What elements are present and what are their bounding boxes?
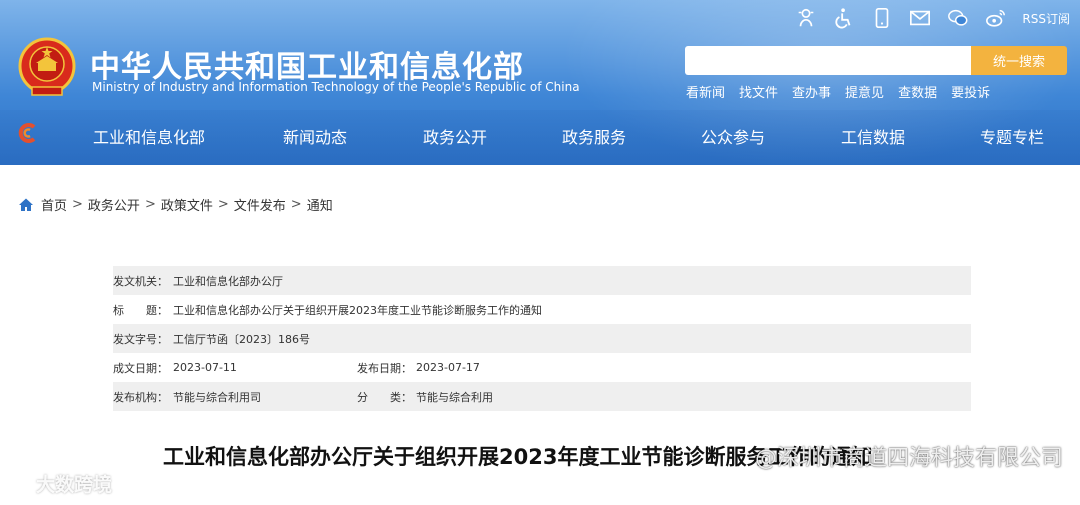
wechat-icon[interactable] — [946, 6, 970, 30]
doc-number-value: 工信厅节函〔2023〕186号 — [173, 332, 310, 346]
quick-links: 看新闻 找文件 查办事 提意见 查数据 要投诉 — [686, 82, 990, 101]
unified-search-button[interactable]: 统一搜索 — [971, 46, 1067, 75]
breadcrumb-separator: > — [72, 197, 83, 212]
nav-item-ministry[interactable]: 工业和信息化部 — [93, 124, 205, 148]
written-date-label: 成文日期： — [113, 361, 168, 375]
org-value: 节能与综合利用司 — [173, 390, 261, 404]
category-value: 节能与综合利用 — [416, 390, 493, 404]
quick-link-data[interactable]: 查数据 — [898, 82, 937, 101]
info-row-org: 发布机构： 节能与综合利用司 分 类： 节能与综合利用 — [113, 382, 971, 411]
issuer-label: 发文机关： — [113, 274, 168, 288]
rss-link[interactable]: RSS订阅 — [1022, 10, 1070, 27]
weibo-icon[interactable] — [984, 6, 1008, 30]
document-info-table: 发文机关： 工业和信息化部办公厅 标 题： 工业和信息化部办公厅关于组织开展20… — [113, 266, 971, 411]
issuer-value: 工业和信息化部办公厅 — [173, 274, 283, 288]
title-value: 工业和信息化部办公厅关于组织开展2023年度工业节能诊断服务工作的通知 — [173, 303, 542, 317]
breadcrumb-home[interactable]: 首页 — [41, 195, 67, 214]
mail-icon[interactable] — [908, 6, 932, 30]
site-subtitle: Ministry of Industry and Information Tec… — [92, 80, 580, 94]
nav-item-special-topics[interactable]: 专题专栏 — [980, 124, 1044, 148]
home-icon[interactable] — [18, 197, 34, 213]
national-emblem-logo — [18, 37, 76, 99]
breadcrumb-separator: > — [217, 197, 229, 212]
quick-link-documents[interactable]: 找文件 — [739, 82, 778, 101]
accessibility-icon[interactable] — [832, 6, 856, 30]
watermark-logo-icon — [11, 474, 31, 493]
nav-item-public-participation[interactable]: 公众参与 — [701, 124, 765, 148]
info-row-dates: 成文日期： 2023-07-11 发布日期： 2023-07-17 — [113, 353, 971, 382]
breadcrumb-gov-affairs[interactable]: 政务公开 — [88, 195, 140, 214]
watermark-left-text: 大数跨境 — [36, 474, 113, 496]
breadcrumb-policy-docs[interactable]: 政策文件 — [161, 195, 213, 214]
info-row-number: 发文字号： 工信厅节函〔2023〕186号 — [113, 324, 971, 353]
watermark-left: 大数跨境 — [10, 470, 112, 497]
search-input[interactable] — [685, 46, 971, 75]
nav-logo-icon[interactable] — [17, 122, 39, 144]
nav-item-news[interactable]: 新闻动态 — [283, 124, 347, 148]
nav-item-gov-services[interactable]: 政务服务 — [562, 124, 626, 148]
published-date-value: 2023-07-17 — [416, 361, 480, 374]
info-row-title: 标 题： 工业和信息化部办公厅关于组织开展2023年度工业节能诊断服务工作的通知 — [113, 295, 971, 324]
org-label: 发布机构： — [113, 390, 168, 404]
breadcrumb-separator: > — [290, 197, 302, 212]
breadcrumb-separator: > — [144, 197, 156, 212]
quick-link-complaint[interactable]: 要投诉 — [951, 82, 990, 101]
quick-link-services[interactable]: 查办事 — [792, 82, 831, 101]
info-row-issuer: 发文机关： 工业和信息化部办公厅 — [113, 266, 971, 295]
watermark-right: @深圳市商道四海科技有限公司 — [755, 446, 1064, 471]
main-nav: 工业和信息化部 新闻动态 政务公开 政务服务 公众参与 工信数据 专题专栏 — [0, 110, 1080, 156]
doc-number-label: 发文字号： — [113, 332, 168, 346]
assistant-icon[interactable] — [794, 6, 818, 30]
published-date-label: 发布日期： — [357, 361, 412, 375]
nav-item-gov-affairs[interactable]: 政务公开 — [423, 124, 487, 148]
title-label: 标 题： — [113, 303, 168, 317]
breadcrumb-notice[interactable]: 通知 — [307, 195, 333, 214]
breadcrumb: 首页 > 政务公开 > 政策文件 > 文件发布 > 通知 — [18, 195, 333, 214]
top-icon-bar: RSS订阅 — [794, 6, 1070, 30]
breadcrumb-doc-release[interactable]: 文件发布 — [234, 195, 286, 214]
nav-item-data[interactable]: 工信数据 — [841, 124, 905, 148]
category-label: 分 类： — [357, 390, 412, 404]
quick-link-news[interactable]: 看新闻 — [686, 82, 725, 101]
site-header: RSS订阅 中华人民共和国工业和信息化部 Ministry of Industr… — [0, 0, 1080, 165]
written-date-value: 2023-07-11 — [173, 361, 237, 374]
quick-link-feedback[interactable]: 提意见 — [845, 82, 884, 101]
mobile-icon[interactable] — [870, 6, 894, 30]
